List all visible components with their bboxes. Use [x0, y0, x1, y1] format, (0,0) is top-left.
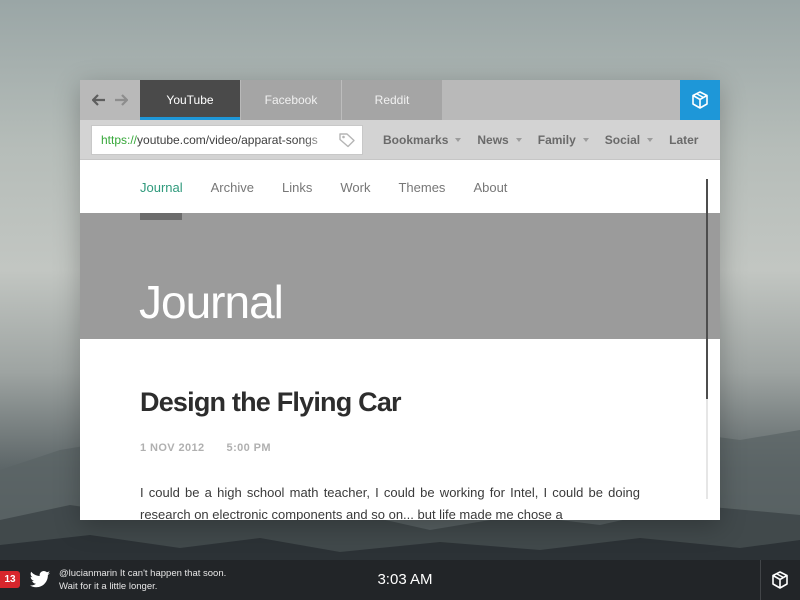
bookmark-label: Social — [604, 133, 641, 147]
tab-facebook[interactable]: Facebook — [241, 80, 341, 120]
nav-link-themes[interactable]: Themes — [398, 180, 445, 195]
tab-youtube[interactable]: YouTube — [140, 80, 240, 120]
post-time: 5:00 PM — [226, 442, 271, 454]
taskbar-clock[interactable]: 3:03 AM — [360, 571, 450, 588]
caret-down-icon — [455, 138, 462, 142]
nav-link-journal[interactable]: Journal — [140, 180, 183, 195]
tag-icon[interactable] — [338, 132, 356, 148]
bookmark-label: Family — [537, 133, 576, 147]
scrollbar-thumb[interactable] — [706, 179, 708, 399]
tweet-preview[interactable]: @lucianmarin It can't happen that soon. … — [59, 567, 226, 593]
address-bar[interactable]: https://youtube.com/video/apparat-songs — [91, 125, 363, 155]
nav-link-about[interactable]: About — [473, 180, 507, 195]
cube-icon[interactable] — [770, 570, 790, 590]
site-navigation: Journal Archive Links Work Themes About — [140, 161, 535, 213]
cube-icon — [692, 91, 708, 109]
post-date: 1 NOV 2012 — [140, 442, 205, 454]
caret-down-icon — [582, 138, 589, 142]
bookmark-later[interactable]: Later — [669, 133, 698, 147]
forward-arrow-icon[interactable] — [113, 92, 129, 108]
bookmark-label: Later — [669, 133, 699, 147]
bookmark-folder-bookmarks[interactable]: Bookmarks — [383, 133, 462, 147]
bookmark-folder-social[interactable]: Social — [604, 133, 654, 147]
nav-link-archive[interactable]: Archive — [211, 180, 254, 195]
post-body: I could be a high school math teacher, I… — [140, 485, 640, 520]
bookmark-label: Bookmarks — [383, 133, 449, 147]
bookmark-folder-news[interactable]: News — [477, 133, 522, 147]
tab-reddit[interactable]: Reddit — [342, 80, 442, 120]
nav-link-links[interactable]: Links — [282, 180, 312, 195]
bookmark-folder-family[interactable]: Family — [538, 133, 589, 147]
tweet-line: Wait for it a little longer. — [59, 581, 158, 592]
post-title[interactable]: Design the Flying Car — [140, 387, 402, 418]
tweet-line: @lucianmarin It can't happen that soon. — [59, 568, 227, 579]
tray-divider — [760, 560, 761, 600]
address-toolbar: https://youtube.com/video/apparat-songs … — [80, 120, 720, 160]
nav-link-work[interactable]: Work — [340, 180, 370, 195]
tab-label: Reddit — [374, 93, 410, 107]
extension-button[interactable] — [680, 80, 720, 120]
tab-bar: YouTube Facebook Reddit — [80, 80, 720, 120]
bookmark-label: News — [477, 133, 509, 147]
url-scheme: https:// — [101, 133, 138, 147]
web-page: Journal Archive Links Work Themes About … — [80, 161, 720, 520]
caret-down-icon — [647, 138, 654, 142]
tab-label: Facebook — [264, 93, 318, 107]
caret-down-icon — [515, 138, 522, 142]
navigation-arrows — [80, 80, 140, 120]
back-arrow-icon[interactable] — [91, 92, 107, 108]
tab-label: YouTube — [166, 93, 214, 107]
active-nav-indicator — [140, 213, 182, 220]
twitter-bird-icon[interactable] — [29, 570, 51, 590]
notification-badge[interactable]: 13 — [0, 571, 20, 588]
bookmarks-bar: Bookmarks News Family Social Later — [383, 120, 714, 160]
url-path: youtube.com/video/apparat-songs — [137, 133, 318, 147]
hero-title: Journal — [139, 276, 284, 328]
hero-banner: Journal — [80, 213, 720, 339]
post-meta: 1 NOV 2012 5:00 PM — [140, 442, 271, 454]
browser-window: YouTube Facebook Reddit https://youtube.… — [80, 80, 720, 520]
